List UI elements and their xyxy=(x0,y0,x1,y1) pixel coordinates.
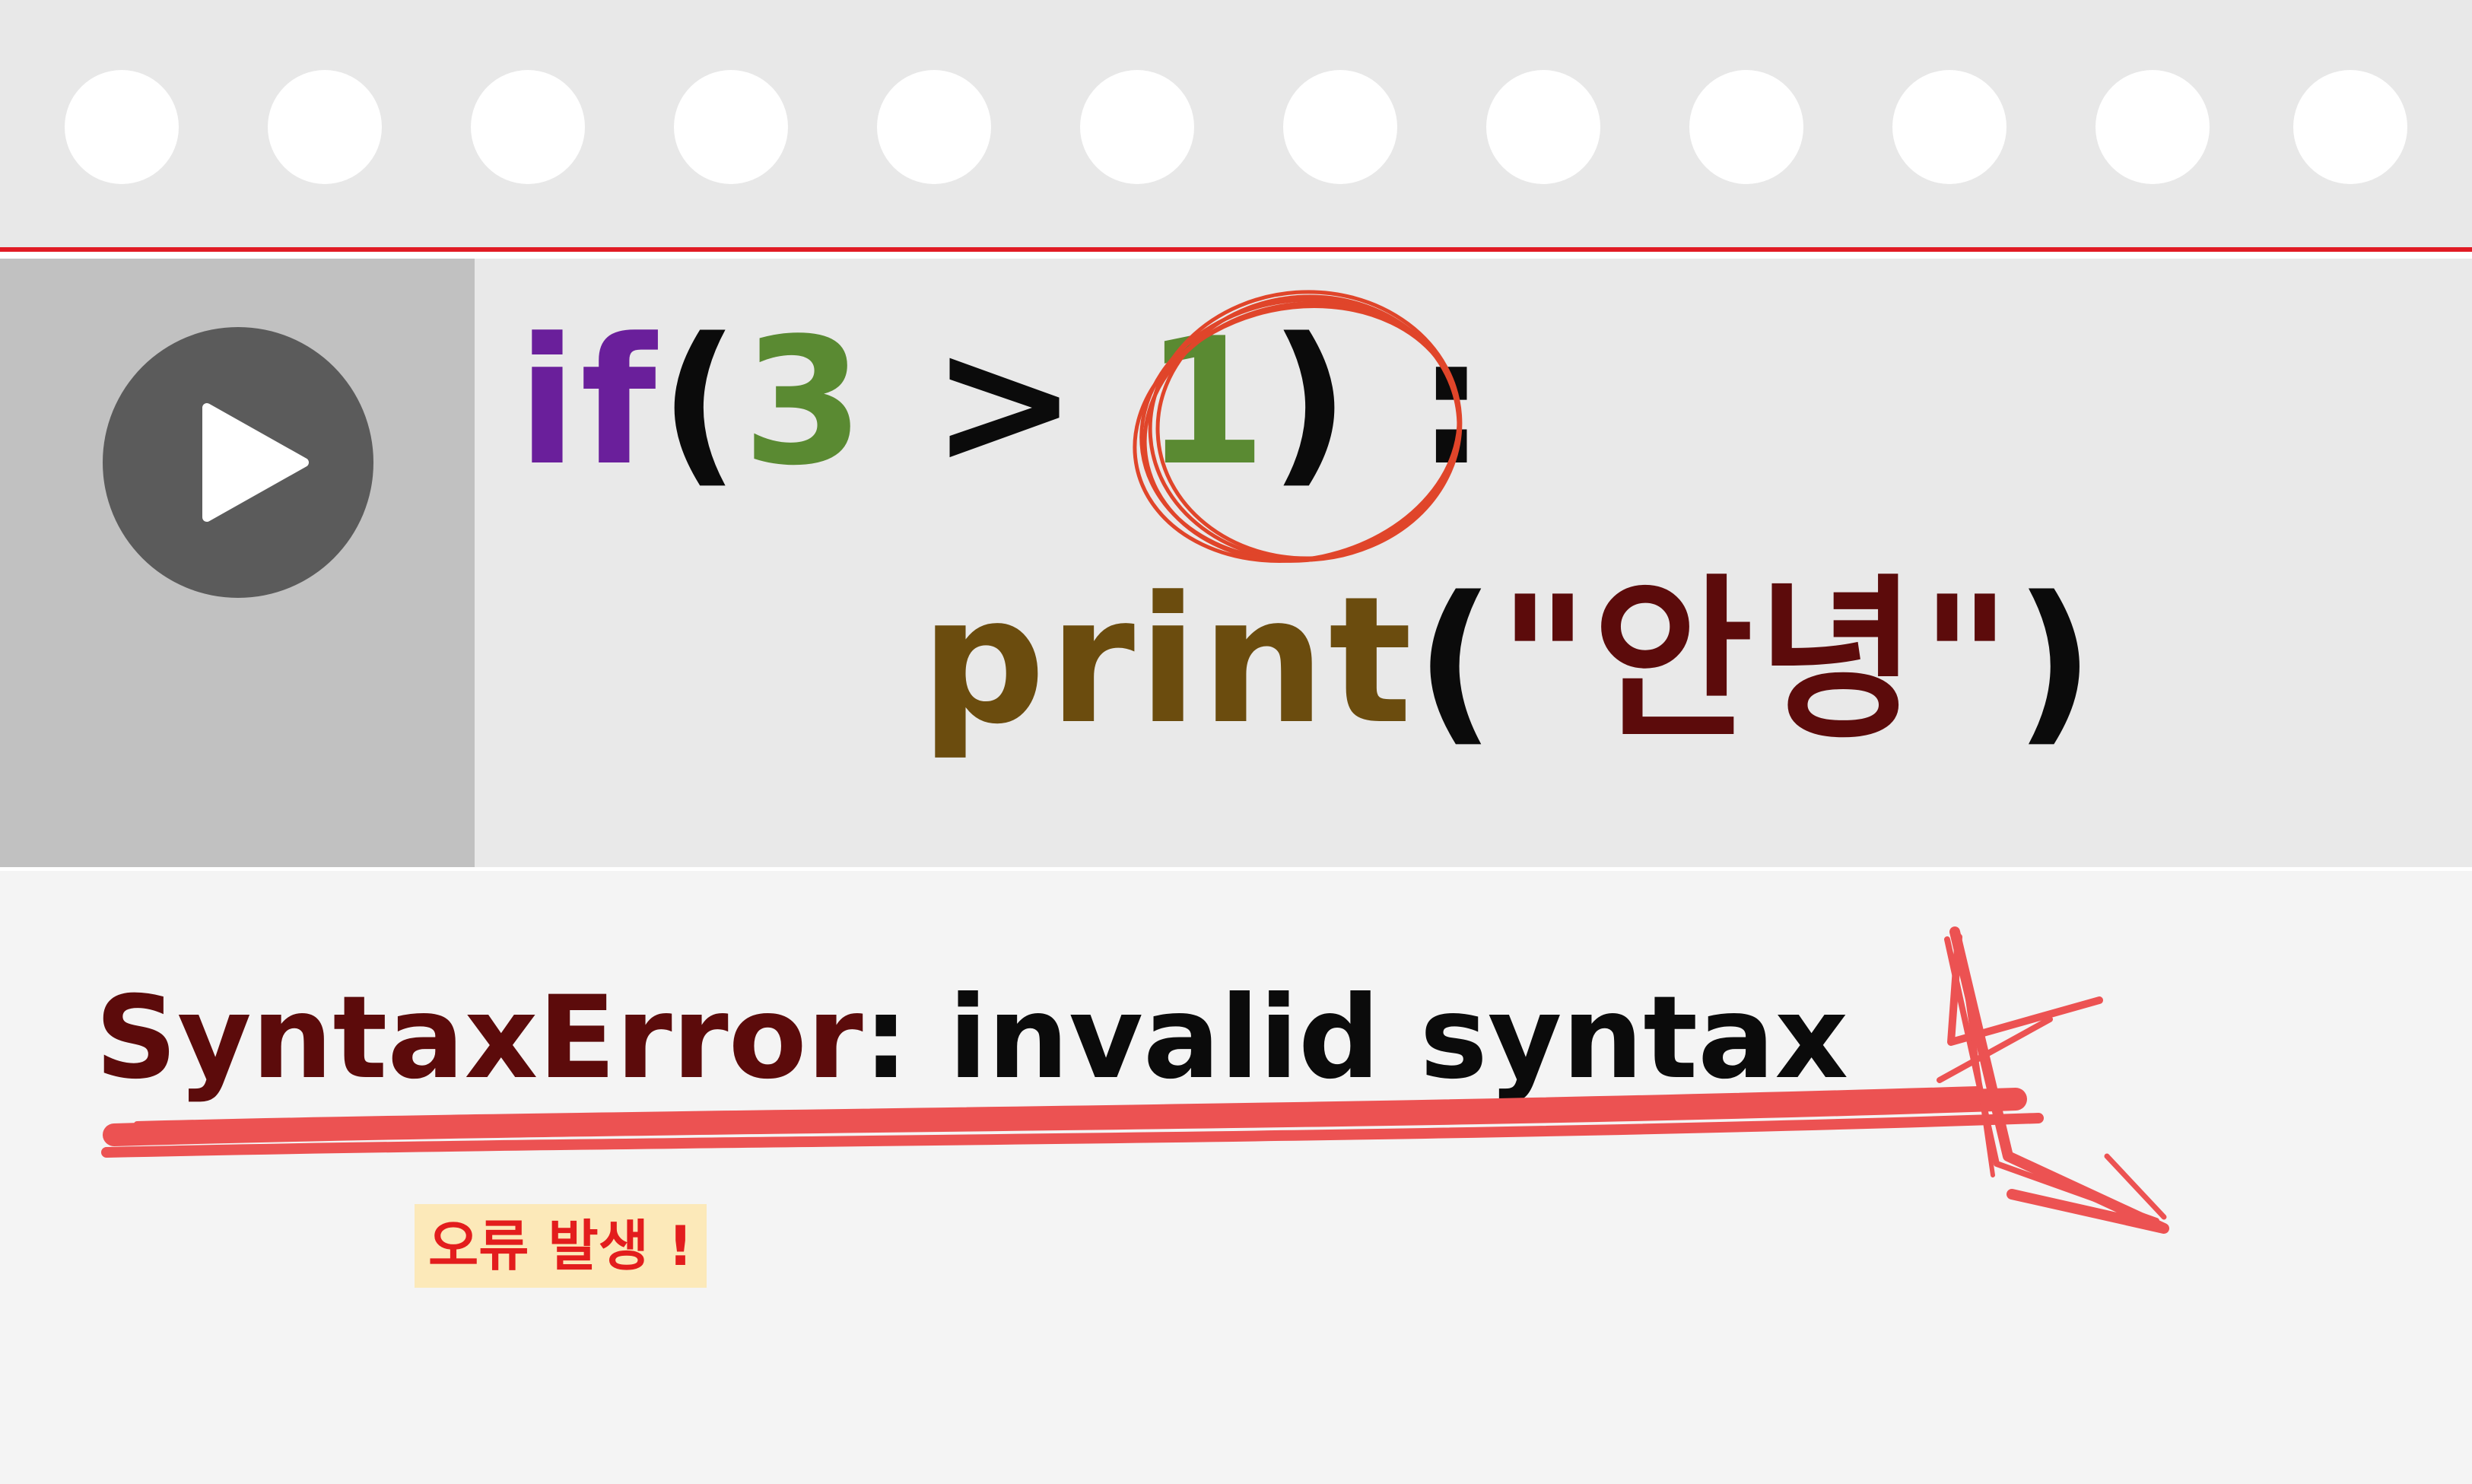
binder-holes xyxy=(0,0,2472,251)
comparison-operator: > xyxy=(867,301,1145,504)
number-literal: 1 xyxy=(1144,301,1269,504)
binder-hole xyxy=(1892,70,2007,184)
number-literal: 3 xyxy=(742,301,868,504)
binder-hole xyxy=(674,70,788,184)
string-literal: "안녕" xyxy=(1498,560,2015,763)
binder-hole xyxy=(877,70,991,184)
error-message: : invalid syntax xyxy=(863,972,1849,1104)
open-paren: ( xyxy=(1415,560,1498,763)
binder-hole xyxy=(65,70,179,184)
binder-hole xyxy=(1283,70,1397,184)
close-paren: ) xyxy=(1269,301,1353,504)
binder-hole xyxy=(2095,70,2210,184)
binder-hole xyxy=(1486,70,1600,184)
function-print: print xyxy=(920,560,1416,763)
error-note: 오류 발생 ! xyxy=(415,1204,707,1288)
notebook-card: if(3 > 1) : print("안녕") SyntaxError: inv… xyxy=(0,0,2472,1484)
binder-hole xyxy=(1080,70,1194,184)
code-line-1: if(3 > 1) : xyxy=(517,304,1489,502)
colon: : xyxy=(1352,301,1490,504)
run-button[interactable] xyxy=(103,327,373,598)
binder-hole xyxy=(471,70,585,184)
binder-strip xyxy=(0,0,2472,251)
error-type: SyntaxError xyxy=(95,972,863,1104)
binder-hole xyxy=(1689,70,1803,184)
close-paren: ) xyxy=(2014,560,2098,763)
code-cell[interactable]: if(3 > 1) : print("안녕") xyxy=(0,259,2472,867)
output-area: SyntaxError: invalid syntax 오류 발생 ! xyxy=(0,871,2472,1484)
open-paren: ( xyxy=(659,301,743,504)
binder-hole xyxy=(268,70,382,184)
keyword-if: if xyxy=(517,301,659,504)
margin-line xyxy=(0,247,2472,252)
cell-gutter xyxy=(0,259,475,867)
play-icon xyxy=(202,403,309,522)
binder-hole xyxy=(2293,70,2407,184)
error-output: SyntaxError: invalid syntax xyxy=(95,966,1848,1111)
code-line-2: print("안녕") xyxy=(920,563,2098,761)
